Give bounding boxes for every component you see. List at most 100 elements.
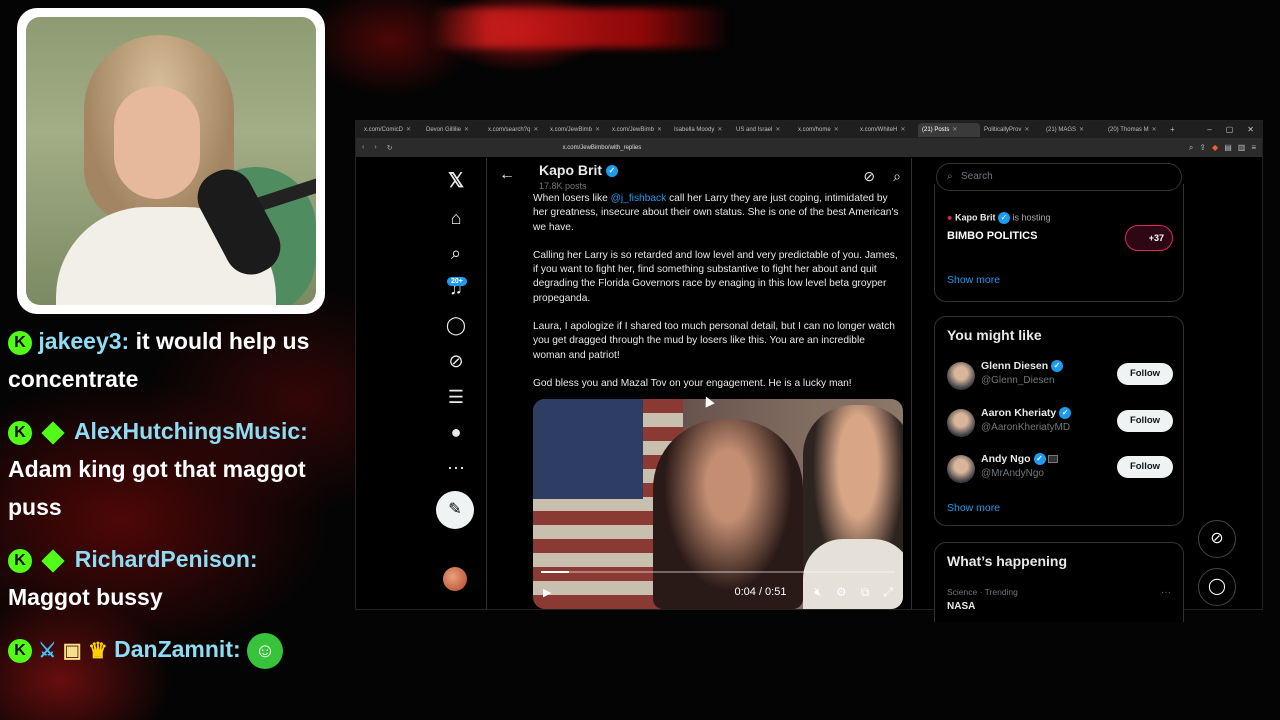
tweet-text: When losers like @j_fishback call her La… — [533, 192, 899, 405]
account-avatar[interactable] — [443, 567, 467, 591]
follow-suggestion[interactable]: Andy Ngo ✓ @MrAndyNgo Follow — [947, 453, 1173, 489]
show-more-link[interactable]: Show more — [947, 274, 1000, 286]
profile-icon[interactable]: ● — [436, 422, 476, 443]
compose-post-button[interactable]: ✎ — [436, 491, 474, 529]
follow-button[interactable]: Follow — [1117, 363, 1173, 385]
browser-tab[interactable]: x.com/JewBimb ✕ — [608, 123, 670, 137]
play-icon[interactable]: ▶ — [543, 586, 551, 599]
url-field[interactable]: x.com/JewBimbo/with_replies — [563, 145, 642, 151]
close-icon[interactable]: ✕ — [1152, 126, 1157, 133]
x-app: 𝕏 ⌂ ⌕ ♫ 20+ ◯ ⊘ ☰ ● ⋯ ✎ ← Kapo Brit ✓ 17… — [356, 158, 1262, 622]
avatar — [947, 362, 975, 390]
close-icon[interactable]: ✕ — [775, 126, 780, 133]
grok-float-button[interactable]: ⊘ — [1198, 520, 1236, 558]
close-icon[interactable]: ✕ — [533, 126, 538, 133]
browser-tab[interactable]: x.com/home ✕ — [794, 123, 856, 137]
profile-header: ← Kapo Brit ✓ 17.8K posts ⊘ ⌕ — [487, 158, 911, 196]
maximize-icon[interactable]: ▢ — [1226, 125, 1234, 134]
who-to-follow-card: You might like Glenn Diesen ✓ @Glenn_Die… — [934, 316, 1184, 526]
browser-tab[interactable]: US and Israel ✕ — [732, 123, 794, 137]
tweet-paragraph: Laura, I apologize if I shared too much … — [533, 321, 895, 361]
browser-tab[interactable]: PoliticallyProv ✕ — [980, 123, 1042, 137]
space-card[interactable]: ● Kapo Brit ✓ is hosting BIMBO POLITICS … — [934, 184, 1184, 302]
minimize-icon[interactable]: – — [1207, 125, 1211, 134]
close-icon[interactable]: ✕ — [900, 126, 905, 133]
new-tab-icon[interactable]: + — [1166, 125, 1175, 134]
more-icon[interactable]: ⋯ — [436, 458, 476, 479]
messages-icon[interactable]: ◯ — [436, 315, 476, 336]
close-icon[interactable]: ✕ — [952, 126, 957, 133]
video-progress-fill — [541, 571, 569, 573]
close-icon[interactable]: ✕ — [1079, 126, 1084, 133]
video-progress-bar[interactable] — [541, 571, 895, 573]
address-bar: ‹ › ↻ x.com/JewBimbo/with_replies ⌕ ⇪ ◆ … — [356, 138, 1262, 157]
show-more-link[interactable]: Show more — [947, 502, 1000, 514]
close-window-icon[interactable]: ✕ — [1247, 125, 1254, 134]
search-icon[interactable]: ⌕ — [893, 168, 901, 185]
reload-icon[interactable]: ↻ — [387, 144, 393, 152]
close-icon[interactable]: ✕ — [1024, 126, 1029, 133]
search-icon[interactable]: ⌕ — [436, 243, 476, 264]
close-icon[interactable]: ✕ — [717, 126, 722, 133]
shield-icon[interactable]: ◆ — [1212, 143, 1218, 153]
browser-tab[interactable]: x.com/WhiteH ✕ — [856, 123, 918, 137]
back-arrow-icon[interactable]: ← — [499, 166, 515, 184]
forward-nav-icon[interactable]: › — [374, 144, 376, 151]
search-input[interactable]: ⌕ Search — [936, 163, 1182, 191]
browser-tab[interactable]: x.com/JewBimb ✕ — [546, 123, 608, 137]
follow-handle: @MrAndyNgo — [981, 468, 1044, 479]
browser-tab[interactable]: x.com/ComicD ✕ — [360, 123, 422, 137]
search-icon: ⌕ — [947, 171, 953, 182]
avatar — [947, 455, 975, 483]
browser-window: x.com/ComicD ✕ Devon Gillilie ✕ x.com/sear… — [355, 120, 1263, 622]
zoom-icon[interactable]: ⌕ — [1189, 143, 1193, 153]
tweet-paragraph: When losers like @j_fishback call her La… — [533, 192, 899, 235]
sidebar-toggle-icon[interactable]: ▥ — [1238, 143, 1246, 153]
close-icon[interactable]: ✕ — [657, 126, 662, 133]
follow-suggestion[interactable]: Aaron Kheriaty ✓ @AaronKheriatyMD Follow — [947, 407, 1173, 443]
follow-name: Aaron Kheriaty ✓ — [981, 407, 1072, 420]
browser-tab-active[interactable]: (21) Posts ✕ — [918, 122, 980, 137]
follow-suggestion[interactable]: Glenn Diesen ✓ @Glenn_Diesen Follow — [947, 360, 1173, 396]
tab-label: Devon Gillilie — [426, 126, 462, 133]
mention-link[interactable]: @j_fishback — [611, 193, 667, 204]
messages-float-button[interactable]: ◯ — [1198, 568, 1236, 606]
verified-icon: ✓ — [605, 165, 618, 178]
close-icon[interactable]: ✕ — [406, 126, 411, 133]
follow-button[interactable]: Follow — [1117, 410, 1173, 432]
close-icon[interactable]: ✕ — [834, 126, 839, 133]
close-icon[interactable]: ✕ — [595, 126, 600, 133]
browser-tab[interactable]: Devon Gillilie ✕ — [422, 123, 484, 137]
extension-icon[interactable]: ▤ — [1224, 143, 1232, 153]
grok-icon[interactable]: ⊘ — [863, 168, 875, 185]
chat-message: K RichardPenison: Maggot bussy — [8, 540, 326, 616]
settings-icon[interactable]: ⚙ — [836, 585, 847, 599]
home-icon[interactable]: ⌂ — [436, 208, 476, 229]
back-nav-icon[interactable]: ‹ — [362, 144, 364, 151]
lists-icon[interactable]: ☰ — [436, 387, 476, 408]
follow-button[interactable]: Follow — [1117, 456, 1173, 478]
close-icon[interactable]: ✕ — [464, 126, 469, 133]
fullscreen-icon[interactable]: ⤢ — [883, 585, 893, 600]
tab-label: x.com/WhiteH — [860, 126, 898, 133]
browser-tab[interactable]: x.com/search?q ✕ — [484, 123, 546, 137]
tweet-video[interactable]: ▶ 0:04 / 0:51 🔇︎ ⚙ ⧉ ⤢ — [533, 399, 903, 609]
grok-icon[interactable]: ⊘ — [436, 351, 476, 372]
browser-tab[interactable]: Isabella Moody ✕ — [670, 123, 732, 137]
chat-message: K AlexHutchingsMusic: Adam king got that… — [8, 412, 326, 526]
browser-tab[interactable]: (20) Thomas M ✕ — [1104, 123, 1166, 137]
kick-badge-icon: K — [8, 638, 32, 663]
trend-name[interactable]: NASA — [947, 601, 975, 612]
green-emote-icon: ☺ — [247, 632, 284, 669]
chat-message: K ⚔ ▣ ♛ DanZamnit: ☺ — [8, 630, 326, 670]
share-icon[interactable]: ⇪ — [1199, 143, 1206, 153]
verified-icon: ✓ — [1051, 360, 1064, 373]
toolbar-icons: ⌕ ⇪ ◆ ▤ ▥ ≡ — [1189, 143, 1256, 153]
chat-username: AlexHutchingsMusic: — [73, 418, 308, 444]
more-options-icon[interactable]: ··· — [1161, 587, 1171, 598]
browser-tab[interactable]: (21) MAGS ✕ — [1042, 123, 1104, 137]
mute-icon[interactable]: 🔇︎ — [814, 585, 822, 600]
x-logo-icon[interactable]: 𝕏 — [436, 168, 476, 193]
menu-icon[interactable]: ≡ — [1251, 143, 1256, 153]
pip-icon[interactable]: ⧉ — [861, 585, 870, 600]
